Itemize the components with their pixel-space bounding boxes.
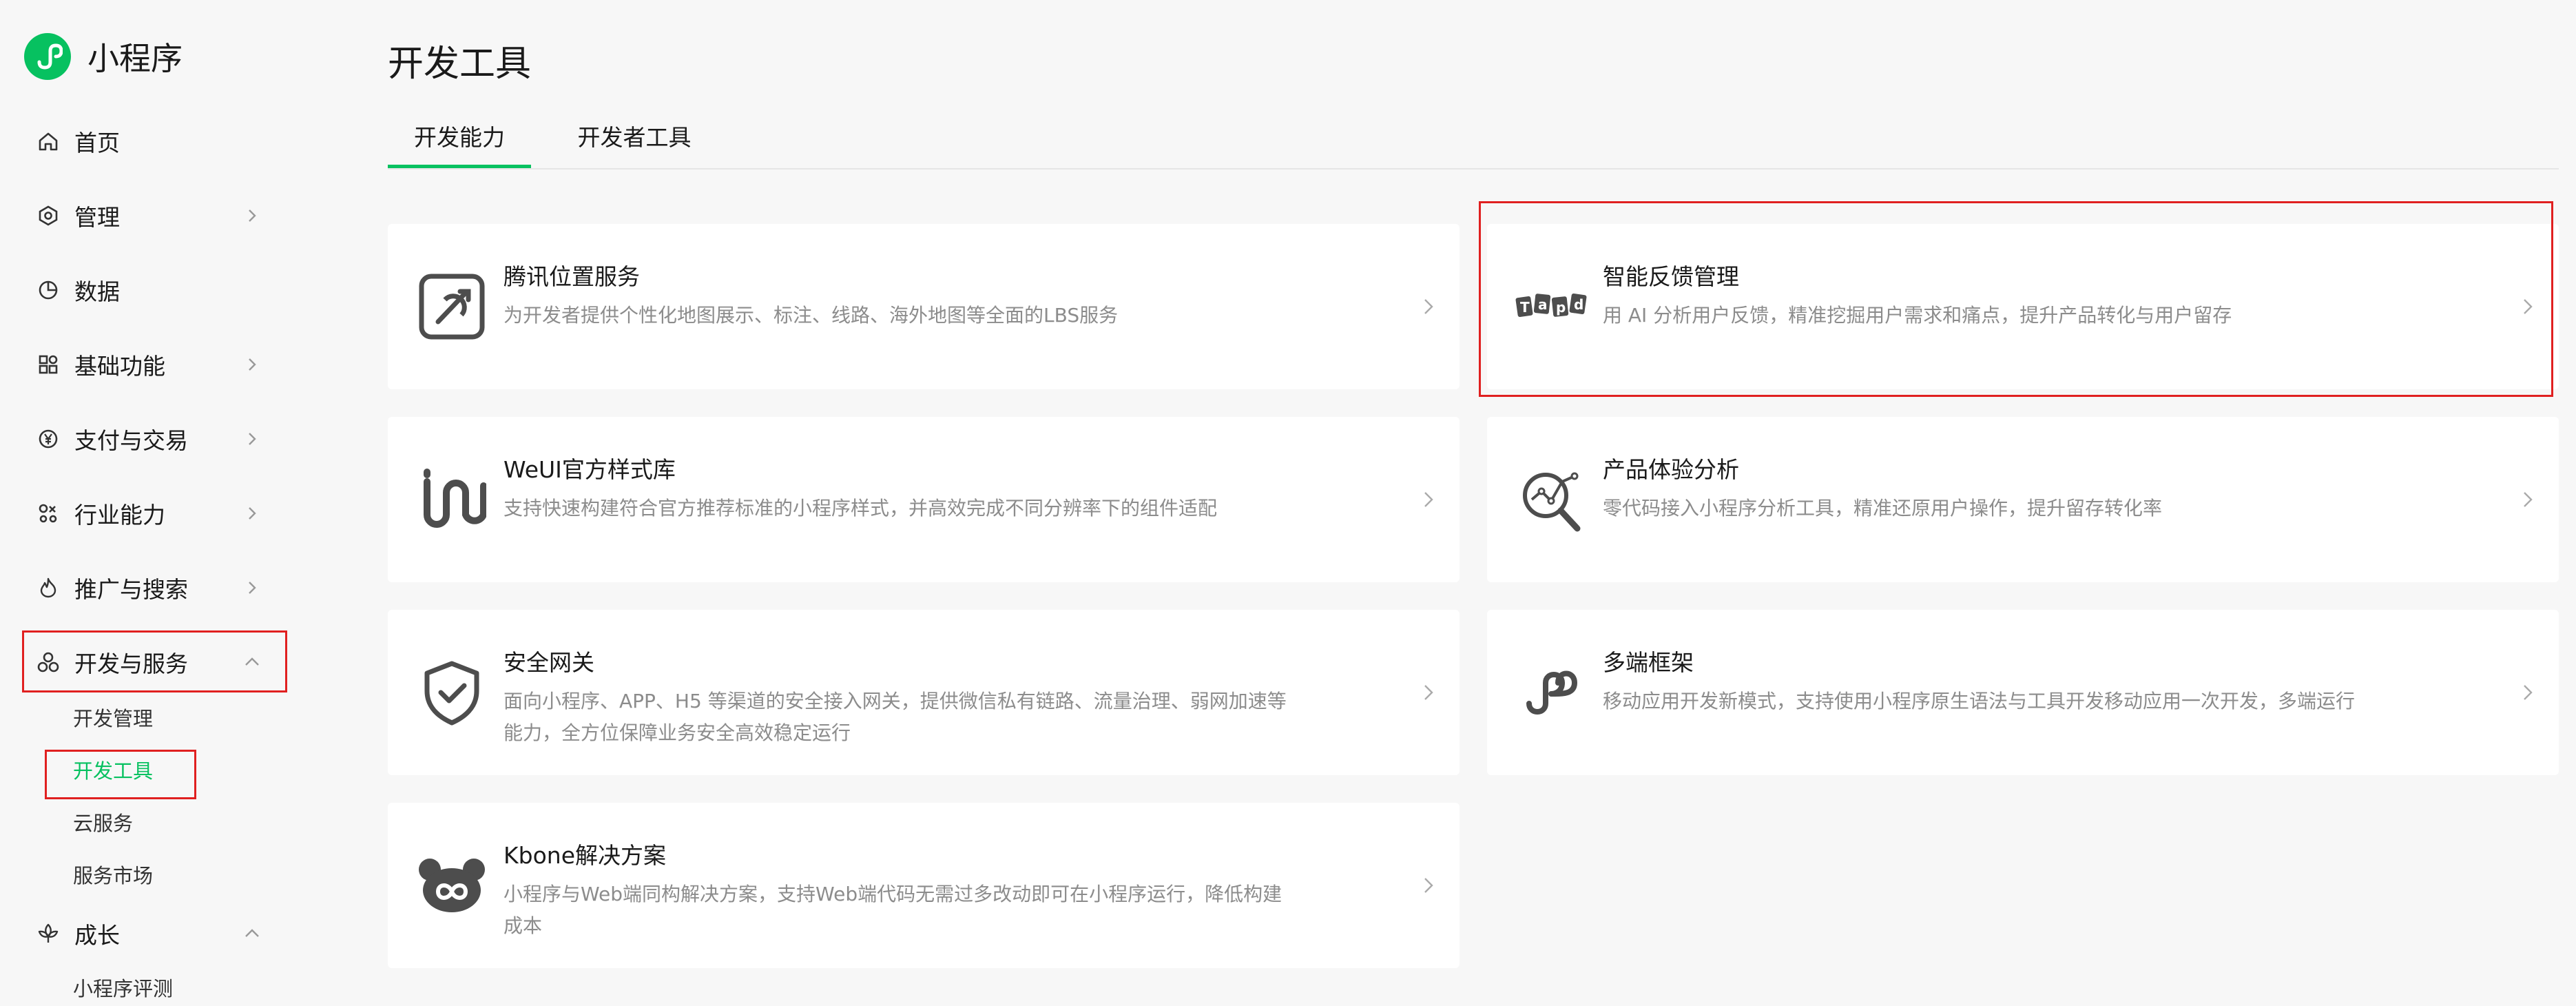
- tab-dev-tools[interactable]: 开发者工具: [559, 117, 710, 167]
- chevron-right-icon: [242, 429, 262, 449]
- highlight-box: [1479, 201, 2553, 397]
- tab-dev-capability[interactable]: 开发能力: [388, 117, 531, 168]
- sidebar-item-data[interactable]: 数据: [36, 269, 120, 311]
- sidebar-item-label: 首页: [74, 130, 120, 156]
- analysis-icon: [1513, 462, 1589, 537]
- sidebar-subitem-cloud[interactable]: 云服务: [73, 806, 133, 841]
- chevron-right-icon: [1418, 296, 1439, 317]
- sidebar: 小程序 首页 管理 数据 基础功能 支付与交易 行业能力 推广与搜索 开发与服务…: [0, 0, 324, 1000]
- miniprogram-logo-icon: [24, 33, 71, 80]
- chevron-right-icon: [242, 578, 262, 597]
- card-description: 支持快速构建符合官方推荐标准的小程序样式，并高效完成不同分辨率下的组件适配: [503, 497, 1218, 520]
- card-multi-platform[interactable]: 多端框架 移动应用开发新模式，支持使用小程序原生语法与工具开发移动应用一次开发，…: [1487, 610, 2559, 775]
- kbone-icon: [414, 848, 490, 923]
- sidebar-item-payment[interactable]: 支付与交易: [36, 418, 256, 460]
- page-title: 开发工具: [388, 43, 532, 85]
- chevron-right-icon: [2517, 682, 2538, 703]
- card-description: 移动应用开发新模式，支持使用小程序原生语法与工具开发移动应用一次开发，多端运行: [1603, 690, 2356, 712]
- sidebar-item-industry[interactable]: 行业能力: [36, 493, 256, 534]
- sidebar-subitem-dev-tools[interactable]: 开发工具: [73, 754, 153, 788]
- card-title: 产品体验分析: [1603, 456, 1739, 483]
- sidebar-item-dev-services[interactable]: 开发与服务: [36, 641, 259, 683]
- chevron-right-icon: [242, 504, 262, 523]
- card-security-gateway[interactable]: 安全网关 面向小程序、APP、H5 等渠道的安全接入网关，提供微信私有链路、流量…: [388, 610, 1460, 775]
- hexagon-settings-icon: [36, 203, 61, 228]
- card-description: 面向小程序、APP、H5 等渠道的安全接入网关，提供微信私有链路、流量治理、弱网…: [503, 690, 1287, 744]
- chevron-up-icon: [242, 653, 262, 672]
- chevron-right-icon: [1418, 875, 1439, 896]
- card-title: 腾讯位置服务: [503, 263, 640, 290]
- card-description: 为开发者提供个性化地图展示、标注、线路、海外地图等全面的LBS服务: [503, 304, 1119, 327]
- yuan-icon: [36, 427, 61, 451]
- chevron-right-icon: [242, 206, 262, 225]
- sidebar-item-label: 数据: [74, 278, 120, 305]
- chevron-right-icon: [1418, 682, 1439, 703]
- sidebar-item-label: 管理: [74, 204, 120, 231]
- card-location-service[interactable]: 腾讯位置服务 为开发者提供个性化地图展示、标注、线路、海外地图等全面的LBS服务: [388, 224, 1460, 389]
- location-service-icon: [414, 269, 490, 345]
- flame-icon: [36, 575, 61, 600]
- chevron-right-icon: [1418, 489, 1439, 510]
- sidebar-item-basic[interactable]: 基础功能: [36, 344, 256, 385]
- brand-name: 小程序: [87, 40, 183, 77]
- weui-icon: [414, 462, 490, 537]
- card-kbone[interactable]: Kbone解决方案 小程序与Web端同构解决方案，支持Web端代码无需过多改动即…: [388, 803, 1460, 968]
- chevron-right-icon: [242, 355, 262, 374]
- card-description: 零代码接入小程序分析工具，精准还原用户操作，提升留存转化率: [1603, 497, 2163, 520]
- sidebar-item-label: 行业能力: [74, 502, 165, 528]
- sidebar-subitem-dev-manage[interactable]: 开发管理: [73, 701, 153, 736]
- sidebar-item-promotion[interactable]: 推广与搜索: [36, 567, 256, 608]
- home-icon: [36, 129, 61, 154]
- multi-platform-icon: [1513, 655, 1589, 730]
- card-title: 安全网关: [503, 649, 594, 676]
- sidebar-item-manage[interactable]: 管理: [36, 195, 256, 236]
- circles-icon: [36, 650, 61, 675]
- pie-chart-icon: [36, 278, 61, 302]
- card-title: WeUI官方样式库: [503, 456, 676, 483]
- sidebar-item-growth[interactable]: 成长: [36, 913, 259, 954]
- brand[interactable]: 小程序: [24, 33, 183, 80]
- growth-icon: [36, 921, 61, 946]
- sidebar-item-label: 基础功能: [74, 353, 165, 380]
- chevron-right-icon: [2517, 489, 2538, 510]
- card-title: Kbone解决方案: [503, 842, 666, 869]
- shield-icon: [414, 655, 490, 730]
- chevron-up-icon: [242, 924, 262, 943]
- card-weui[interactable]: WeUI官方样式库 支持快速构建符合官方推荐标准的小程序样式，并高效完成不同分辨…: [388, 417, 1460, 582]
- sidebar-item-label: 成长: [74, 922, 120, 949]
- sidebar-item-home[interactable]: 首页: [36, 121, 120, 162]
- tab-bar: 开发能力 开发者工具: [388, 117, 2559, 170]
- card-experience-analysis[interactable]: 产品体验分析 零代码接入小程序分析工具，精准还原用户操作，提升留存转化率: [1487, 417, 2559, 582]
- card-description: 小程序与Web端同构解决方案，支持Web端代码无需过多改动即可在小程序运行，降低…: [503, 883, 1282, 937]
- card-title: 多端框架: [1603, 649, 1694, 676]
- sidebar-subitem-evaluation[interactable]: 小程序评测: [73, 972, 173, 1006]
- sidebar-item-label: 推广与搜索: [74, 576, 188, 603]
- sidebar-item-label: 开发与服务: [74, 650, 188, 677]
- sidebar-subitem-market[interactable]: 服务市场: [73, 859, 153, 893]
- grid-icon: [36, 352, 61, 377]
- sidebar-item-label: 支付与交易: [74, 427, 188, 454]
- industry-icon: [36, 501, 61, 526]
